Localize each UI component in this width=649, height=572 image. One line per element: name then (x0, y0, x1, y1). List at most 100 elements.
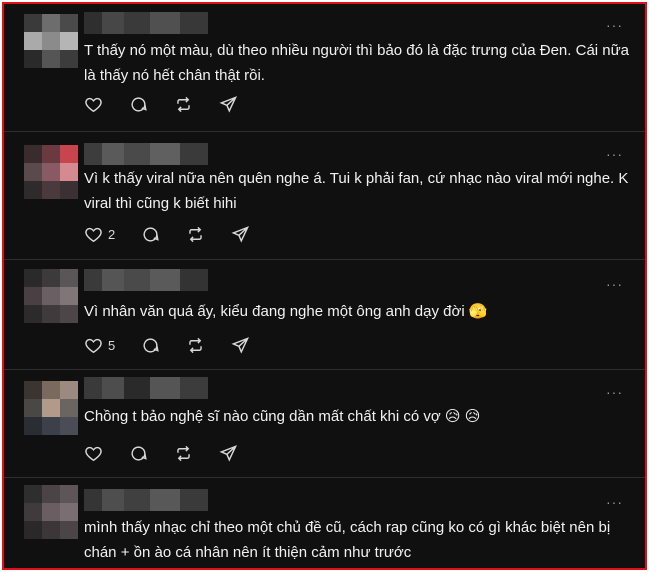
username-blurred[interactable] (84, 143, 234, 165)
username-blurred[interactable] (84, 269, 234, 291)
send-icon (231, 336, 250, 354)
comment-item: ··· mình thấy nhạc chỉ theo một chủ đề c… (4, 477, 645, 568)
comment-text: Vì nhân văn quá ấy, kiểu đang nghe một ô… (84, 303, 488, 320)
share-button[interactable] (219, 95, 238, 114)
username-pixel (150, 269, 180, 291)
username-pixel (84, 143, 102, 165)
avatar-pixel (24, 287, 42, 305)
comment-actions: 2 (84, 223, 276, 245)
repost-icon (177, 445, 190, 461)
reply-button[interactable] (141, 336, 160, 355)
repost-icon (189, 337, 202, 353)
send-icon (219, 444, 238, 462)
share-button[interactable] (219, 444, 238, 463)
avatar-pixel (24, 269, 42, 287)
avatar[interactable] (24, 14, 78, 68)
username-pixel (180, 377, 208, 399)
like-count: 2 (108, 226, 116, 242)
avatar-pixel (24, 381, 42, 399)
avatar[interactable] (24, 145, 78, 199)
username-pixel (124, 489, 150, 511)
more-options-icon[interactable]: ··· (606, 495, 623, 509)
avatar-pixel (60, 14, 78, 32)
share-button[interactable] (231, 225, 250, 244)
avatar-pixel (60, 163, 78, 181)
like-button[interactable]: 5 (84, 336, 115, 355)
avatar-pixel (42, 50, 60, 68)
username-pixel (180, 143, 208, 165)
avatar-pixel (60, 145, 78, 163)
comment-actions (84, 93, 264, 115)
username-pixel (150, 489, 180, 511)
send-icon (219, 95, 238, 113)
avatar[interactable] (24, 381, 78, 435)
username-pixel (150, 143, 180, 165)
comment-item: ··· T thấy nó một màu, dù theo nhiều ngư… (4, 4, 645, 132)
username-pixel (124, 12, 150, 34)
avatar-pixel (42, 485, 60, 503)
avatar-pixel (42, 381, 60, 399)
more-options-icon[interactable]: ··· (606, 147, 623, 161)
username-blurred[interactable] (84, 377, 234, 399)
comment-item: ··· Vì k thấy viral nữa nên quên nghe á.… (4, 131, 645, 260)
comment-item: ··· Chồng t bảo nghệ sĩ nào cũng dần mất… (4, 369, 645, 478)
reply-button[interactable] (129, 95, 148, 114)
avatar[interactable] (24, 269, 78, 323)
avatar-pixel (60, 181, 78, 199)
avatar-pixel (60, 417, 78, 435)
share-button[interactable] (231, 336, 250, 355)
repost-button[interactable] (174, 95, 193, 114)
send-icon (231, 225, 250, 243)
username-pixel (180, 269, 208, 291)
comment-text: Vì k thấy viral nữa nên quên nghe á. Tui… (84, 170, 629, 212)
username-pixel (102, 489, 124, 511)
username-pixel (102, 12, 124, 34)
heart-icon (85, 97, 102, 112)
repost-icon (189, 226, 202, 242)
avatar-pixel (24, 50, 42, 68)
more-options-icon[interactable]: ··· (606, 18, 623, 32)
repost-button[interactable] (186, 225, 205, 244)
avatar-pixel (60, 521, 78, 539)
avatar-pixel (42, 521, 60, 539)
avatar-pixel (42, 14, 60, 32)
avatar-pixel (60, 485, 78, 503)
like-button[interactable] (84, 444, 103, 463)
avatar-pixel (60, 287, 78, 305)
avatar-pixel (60, 50, 78, 68)
username-pixel (84, 269, 102, 291)
username-blurred[interactable] (84, 489, 234, 511)
avatar-pixel (42, 32, 60, 50)
more-options-icon[interactable]: ··· (606, 277, 623, 291)
avatar-pixel (42, 503, 60, 521)
avatar-pixel (24, 485, 42, 503)
username-pixel (180, 12, 208, 34)
avatar-pixel (42, 145, 60, 163)
comment-icon (143, 337, 159, 353)
avatar-pixel (60, 305, 78, 323)
repost-button[interactable] (186, 336, 205, 355)
username-pixel (84, 489, 102, 511)
avatar-pixel (24, 145, 42, 163)
avatar-pixel (24, 14, 42, 32)
username-pixel (102, 143, 124, 165)
username-pixel (84, 12, 102, 34)
avatar-pixel (42, 181, 60, 199)
like-button[interactable] (84, 95, 103, 114)
comment-actions: 5 (84, 334, 276, 356)
reply-button[interactable] (129, 444, 148, 463)
like-button[interactable]: 2 (84, 225, 115, 244)
reply-button[interactable] (141, 225, 160, 244)
heart-icon (85, 446, 102, 461)
username-blurred[interactable] (84, 12, 234, 34)
username-pixel (150, 12, 180, 34)
username-pixel (180, 489, 208, 511)
username-pixel (124, 269, 150, 291)
repost-button[interactable] (174, 444, 193, 463)
avatar[interactable] (24, 485, 78, 539)
avatar-pixel (42, 399, 60, 417)
comment-icon (143, 226, 159, 242)
avatar-pixel (42, 305, 60, 323)
comment-item: ··· Vì nhân văn quá ấy, kiểu đang nghe m… (4, 259, 645, 370)
more-options-icon[interactable]: ··· (606, 385, 623, 399)
